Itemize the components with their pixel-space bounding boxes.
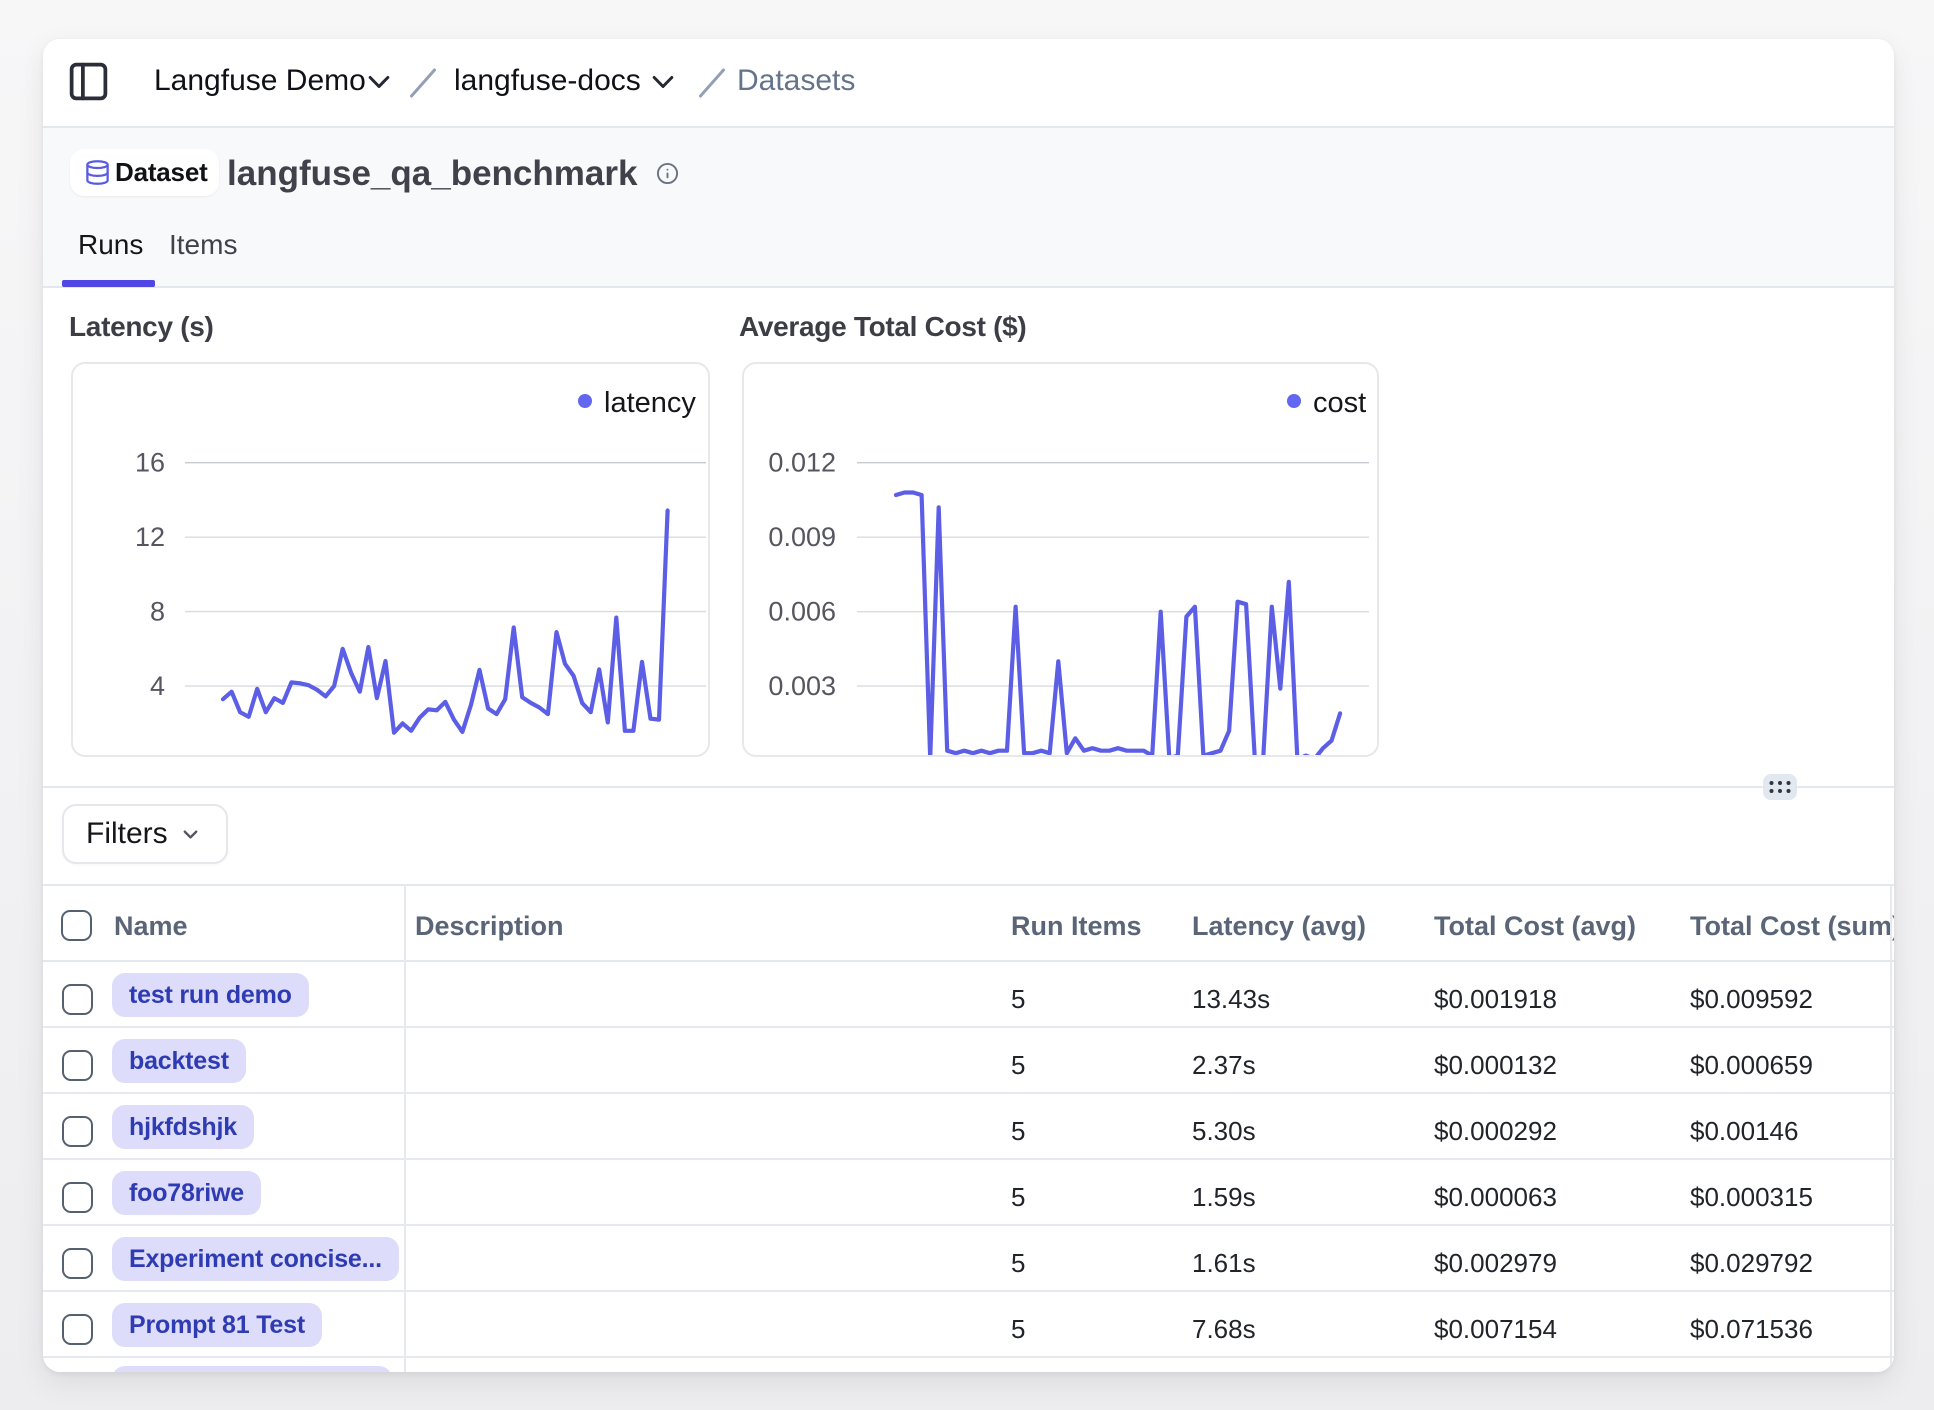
svg-text:latency: latency <box>604 387 696 419</box>
svg-text:0.003: 0.003 <box>768 671 836 701</box>
svg-text:16: 16 <box>135 448 165 478</box>
svg-text:0.006: 0.006 <box>768 597 836 627</box>
svg-text:0.012: 0.012 <box>768 448 836 478</box>
svg-text:4: 4 <box>150 671 165 701</box>
svg-text:12: 12 <box>135 522 165 552</box>
svg-text:cost: cost <box>1313 387 1366 419</box>
svg-text:8: 8 <box>150 597 165 627</box>
svg-text:0.009: 0.009 <box>768 522 836 552</box>
